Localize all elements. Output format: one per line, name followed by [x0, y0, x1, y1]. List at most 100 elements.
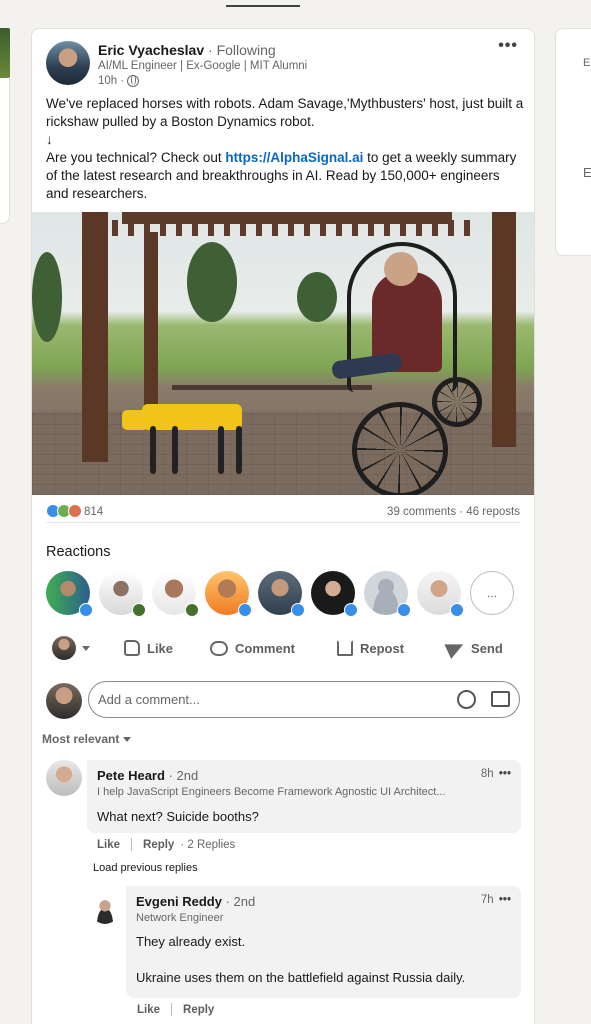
post-link[interactable]: https://AlphaSignal.ai	[225, 150, 363, 165]
commenter-name[interactable]: Pete Heard · 2nd	[97, 768, 198, 783]
robot-leg	[150, 426, 156, 474]
connection-degree: · 2nd	[168, 768, 199, 783]
replier-name-text[interactable]: Evgeni Reddy	[136, 894, 222, 909]
author-headline: AI/ML Engineer | Ex-Google | MIT Alumni	[98, 60, 308, 72]
post-text-line: We've replaced horses with robots. Adam …	[46, 96, 524, 129]
post-text-line: Are you technical? Check out https://Alp…	[46, 149, 524, 203]
comment-reply-button[interactable]: Reply	[143, 839, 174, 851]
comment-sort-dropdown[interactable]: Most relevant	[42, 732, 132, 746]
right-sidebar-text: Er	[583, 57, 591, 69]
tree	[297, 272, 337, 322]
reply-more-icon[interactable]: •••	[499, 894, 511, 906]
reactor-avatar[interactable]	[417, 571, 464, 617]
like-badge-icon	[238, 603, 252, 617]
reply-item: Evgeni Reddy · 2nd Network Engineer 7h •…	[91, 886, 523, 1024]
reactor-avatar[interactable]	[205, 571, 252, 617]
like-badge-icon	[79, 603, 93, 617]
caret-down-icon	[123, 736, 132, 742]
comment-button[interactable]: Comment	[210, 640, 295, 656]
love-reaction-icon	[68, 504, 82, 518]
commenter-avatar[interactable]	[46, 760, 82, 796]
reply-reply-button[interactable]: Reply	[183, 1004, 214, 1016]
tree	[32, 252, 62, 342]
user-avatar	[46, 683, 82, 719]
rickshaw-shaft	[172, 385, 372, 390]
replier-avatar[interactable]	[91, 896, 119, 924]
emoji-icon[interactable]	[457, 690, 476, 709]
rickshaw-wheel	[432, 377, 482, 427]
comment-item: Pete Heard · 2nd I help JavaScript Engin…	[46, 760, 522, 851]
post-body-text: We've replaced horses with robots. Adam …	[46, 95, 524, 203]
reactor-avatar[interactable]	[152, 571, 199, 617]
comment-label: Comment	[235, 640, 295, 656]
repost-button[interactable]: Repost	[336, 640, 405, 656]
post-action-bar: Like Comment Repost Send	[46, 633, 520, 663]
post-text-pre-link: Are you technical? Check out	[46, 150, 226, 165]
like-button[interactable]: Like	[124, 640, 173, 656]
like-label: Like	[147, 640, 174, 656]
replies-count[interactable]: · 2 Replies	[180, 839, 235, 851]
active-tab-indicator	[226, 5, 300, 7]
commenter-headline: I help JavaScript Engineers Become Frame…	[97, 786, 446, 798]
support-badge-icon	[132, 603, 146, 617]
reply-like-button[interactable]: Like	[137, 1004, 160, 1016]
post-time-text: 10h ·	[98, 75, 125, 87]
comment-actions: Like Reply · 2 Replies	[97, 838, 235, 851]
reactor-avatar-placeholder[interactable]	[364, 571, 411, 617]
robot-dog	[142, 404, 242, 430]
rickshaw-wheel	[352, 402, 448, 495]
reply-text-line: Ukraine uses them on the battlefield aga…	[136, 970, 466, 985]
comment-time: 8h	[480, 768, 494, 780]
left-thumbnail	[0, 28, 10, 78]
commenter-name-text[interactable]: Pete Heard	[97, 768, 165, 783]
sort-label: Most relevant	[42, 732, 120, 746]
reply-time: 7h	[480, 894, 494, 906]
comment-like-button[interactable]: Like	[97, 839, 120, 851]
post-text-arrow: ↓	[46, 132, 53, 147]
replier-headline: Network Engineer	[136, 912, 224, 924]
like-badge-icon	[397, 603, 411, 617]
follow-status: · Following	[208, 42, 276, 58]
post-video[interactable]	[32, 212, 534, 495]
reaction-icons[interactable]	[46, 504, 82, 518]
comment-input[interactable]: Add a comment...	[88, 681, 520, 718]
reply-meta: 7h •••	[481, 894, 511, 906]
post-timestamp: 10h ·	[98, 75, 140, 87]
divider	[171, 1003, 173, 1016]
actor-avatar[interactable]	[52, 636, 76, 660]
author-name-text[interactable]: Eric Vyacheslav	[98, 42, 204, 58]
post-header: Eric Vyacheslav · Following AI/ML Engine…	[46, 37, 522, 89]
globe-icon	[127, 75, 140, 87]
image-icon[interactable]	[491, 691, 510, 707]
repost-icon	[336, 640, 353, 656]
like-badge-icon	[344, 603, 358, 617]
comment-composer: Add a comment...	[46, 681, 520, 719]
reactor-avatar[interactable]	[258, 571, 305, 617]
chevron-down-icon[interactable]	[82, 645, 90, 651]
comments-reposts-count[interactable]: 39 comments · 46 reposts	[387, 506, 520, 518]
like-badge-icon	[450, 603, 464, 617]
robot-leg	[218, 426, 224, 474]
comment-bubble: Pete Heard · 2nd I help JavaScript Engin…	[87, 760, 521, 833]
connection-degree: · 2nd	[225, 894, 256, 909]
author-avatar[interactable]	[46, 41, 90, 85]
reply-text-line: They already exist.	[136, 934, 246, 949]
reactor-avatar[interactable]	[46, 571, 93, 617]
author-name[interactable]: Eric Vyacheslav · Following	[98, 42, 276, 58]
support-badge-icon	[185, 603, 199, 617]
social-counts: 814 39 comments · 46 reposts	[46, 503, 520, 523]
repost-label: Repost	[359, 640, 405, 656]
reactor-avatar[interactable]	[311, 571, 358, 617]
reaction-count[interactable]: 814	[84, 506, 103, 518]
more-reactors-button[interactable]: ...	[470, 571, 514, 615]
load-previous-replies-link[interactable]: Load previous replies	[93, 862, 198, 874]
send-button[interactable]: Send	[444, 637, 503, 659]
pergola-post	[492, 212, 516, 447]
more-options-icon[interactable]: •••	[498, 37, 518, 55]
right-sidebar-text: E	[583, 165, 591, 180]
replier-name[interactable]: Evgeni Reddy · 2nd	[136, 894, 255, 909]
robot-leg	[172, 426, 178, 474]
reactor-avatar[interactable]	[99, 571, 146, 617]
comment-more-icon[interactable]: •••	[499, 768, 511, 780]
send-label: Send	[471, 640, 503, 656]
